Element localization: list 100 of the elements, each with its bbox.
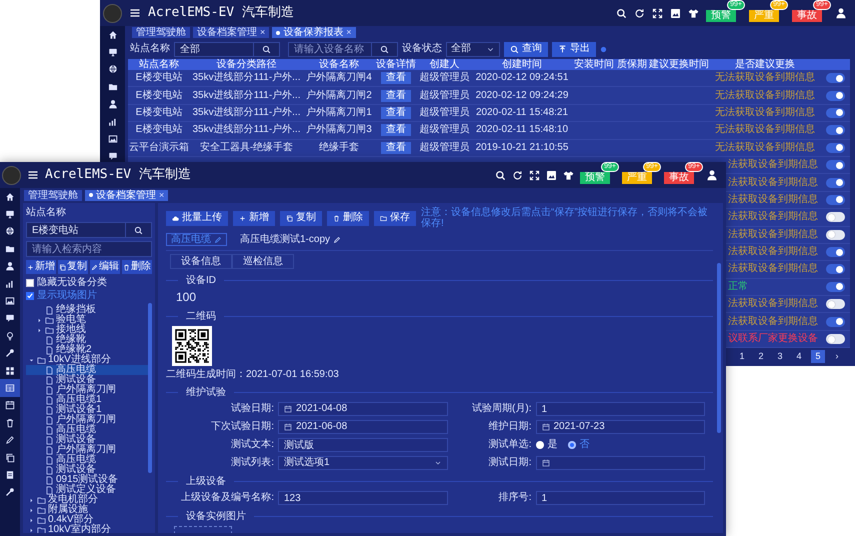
toggle-switch[interactable] — [826, 316, 844, 327]
toggle-switch[interactable] — [826, 334, 844, 344]
station-field[interactable]: E楼变电站 — [26, 222, 126, 238]
tree-item[interactable]: 附属设施 — [26, 505, 152, 515]
message-icon[interactable] — [5, 313, 15, 324]
tree-item[interactable]: 户外隔离刀闸 — [26, 445, 152, 455]
tree-item[interactable]: 高压电缆 — [26, 425, 152, 435]
delete-button[interactable]: 删除 — [327, 210, 369, 226]
text-field[interactable]: 1 — [536, 402, 705, 416]
search-icon[interactable] — [495, 170, 506, 180]
toggle-switch[interactable] — [826, 108, 844, 118]
search-button[interactable] — [254, 42, 280, 56]
page-button[interactable]: 2 — [754, 350, 768, 363]
search-icon[interactable] — [616, 8, 627, 18]
toggle-switch[interactable] — [826, 73, 844, 84]
tree-item[interactable]: 验电笔 — [26, 315, 152, 325]
folder-icon[interactable] — [108, 82, 118, 92]
add-button[interactable]: 新增 — [26, 260, 56, 274]
view-button[interactable]: 查看 — [381, 72, 411, 84]
caret-icon[interactable] — [28, 526, 35, 533]
upload-button[interactable]: 批量上传 — [166, 210, 228, 226]
tree-item[interactable]: 测试设备 — [26, 465, 152, 475]
toggle-switch[interactable] — [826, 90, 844, 101]
toggle-switch[interactable] — [826, 282, 844, 292]
help-dot-icon[interactable] — [600, 46, 607, 52]
copy-icon[interactable] — [5, 452, 15, 463]
save-button[interactable]: 保存 — [374, 210, 416, 226]
tab[interactable]: 设备档案管理 × — [85, 190, 168, 200]
toggle-switch[interactable] — [826, 178, 844, 188]
tree-item[interactable]: 户外隔离刀闸 — [26, 385, 152, 395]
tree-item[interactable]: 测试设备 — [26, 435, 152, 445]
tree-item[interactable]: 接地线 — [26, 325, 152, 335]
radio-button[interactable] — [536, 441, 544, 449]
date-field[interactable]: 2021-07-23 — [536, 420, 705, 434]
nav-item[interactable] — [0, 379, 20, 397]
user-icon[interactable] — [835, 7, 847, 19]
note-icon[interactable] — [5, 470, 15, 480]
trash-icon[interactable] — [5, 418, 15, 428]
tree-item[interactable]: 0.4kV部分 — [26, 515, 152, 525]
view-button[interactable]: 查看 — [381, 106, 411, 119]
export-button[interactable]: 导出 — [552, 42, 596, 56]
shirt-icon[interactable] — [688, 8, 699, 18]
fullscreen-icon[interactable] — [529, 170, 540, 180]
tree-item[interactable]: 绝缘靴2 — [26, 345, 152, 355]
toggle-switch[interactable] — [826, 194, 844, 205]
checkbox[interactable] — [26, 292, 34, 300]
bar-chart-icon[interactable] — [5, 278, 15, 289]
refresh-icon[interactable] — [512, 170, 523, 180]
tree-item[interactable]: 高压电缆 — [26, 455, 152, 465]
detail-tab[interactable]: 巡检信息 — [232, 254, 294, 269]
toggle-switch[interactable] — [826, 125, 844, 136]
home-icon[interactable] — [108, 30, 118, 40]
view-button[interactable]: 查看 — [381, 124, 411, 136]
caret-icon[interactable] — [28, 496, 35, 504]
text-field[interactable]: 测试版 — [278, 438, 448, 452]
menu-icon[interactable] — [129, 7, 141, 19]
tree-item[interactable]: 发电机部分 — [26, 495, 152, 505]
wrench-icon[interactable] — [5, 487, 15, 498]
message-icon[interactable] — [108, 151, 118, 162]
text-field[interactable]: 123 — [278, 491, 448, 505]
fullscreen-icon[interactable] — [652, 8, 663, 18]
image-icon[interactable] — [5, 296, 15, 306]
copy-button[interactable]: 复制 — [280, 210, 322, 226]
bar-chart-icon[interactable] — [108, 116, 118, 127]
refresh-icon[interactable] — [634, 8, 645, 18]
caret-icon[interactable] — [36, 316, 43, 324]
tree-item[interactable]: 测试设备 — [26, 375, 152, 385]
edit-button[interactable]: 编辑 — [90, 260, 120, 274]
toggle-switch[interactable] — [826, 142, 844, 153]
tab[interactable]: 设备档案管理 × — [193, 27, 270, 38]
alert-badge[interactable]: 事故 — [664, 172, 694, 184]
select-field[interactable]: 测试选项1 — [278, 456, 448, 470]
toggle-switch[interactable] — [826, 212, 844, 222]
search-button[interactable] — [126, 222, 152, 238]
lightbulb-icon[interactable] — [5, 330, 15, 341]
home-icon[interactable] — [5, 192, 15, 202]
query-button[interactable]: 查询 — [504, 42, 548, 56]
tab[interactable]: 管理驾驶舱 — [132, 27, 190, 38]
alert-badge[interactable]: 事故 — [792, 10, 822, 22]
toggle-switch[interactable] — [826, 299, 844, 310]
copy-button[interactable]: 复制 — [58, 260, 88, 274]
add-button[interactable]: 新增 — [233, 210, 275, 226]
tree-item[interactable]: 测试定义设备 — [26, 485, 152, 495]
device-tab[interactable]: 高压电缆 — [166, 233, 227, 246]
shirt-icon[interactable] — [563, 170, 574, 180]
picture-icon[interactable] — [546, 170, 557, 180]
tree-item[interactable]: 测试设备1 — [26, 405, 152, 415]
view-button[interactable]: 查看 — [381, 142, 411, 154]
tab[interactable]: 设备保养报表 × — [272, 27, 356, 38]
view-button[interactable]: 查看 — [381, 90, 411, 102]
tree-item[interactable]: 高压电缆1 — [26, 395, 152, 405]
table-icon[interactable] — [5, 382, 15, 393]
wrench-icon[interactable] — [5, 348, 15, 358]
text-field[interactable]: 1 — [536, 491, 705, 505]
tree-item[interactable]: 10kV进线部分 — [26, 355, 152, 365]
tree-item[interactable]: 绝缘靴 — [26, 335, 152, 345]
search-field[interactable]: 请输入检索内容 — [26, 241, 152, 257]
image-icon[interactable] — [108, 134, 118, 144]
station-field[interactable]: 全部 — [174, 42, 254, 56]
user-icon[interactable] — [706, 169, 718, 181]
